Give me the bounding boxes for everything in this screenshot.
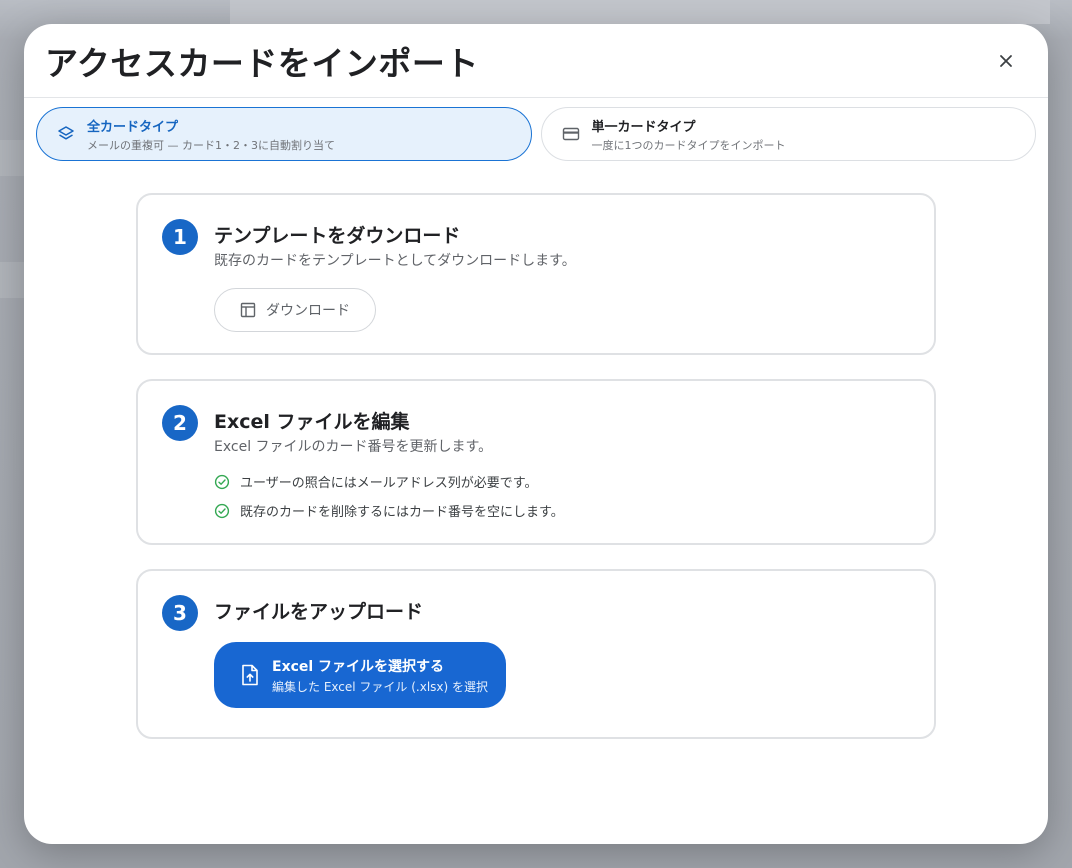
step-title: ファイルをアップロード — [214, 601, 424, 623]
requirement-text: ユーザーの照合にはメールアドレス列が必要です。 — [240, 476, 538, 491]
layers-icon — [58, 126, 74, 140]
upload-button-subtitle: 編集した Excel ファイル (.xlsx) を選択 — [272, 679, 489, 694]
step-title: テンプレートをダウンロード — [214, 225, 461, 247]
background-row — [0, 140, 24, 176]
check-circle-icon — [214, 474, 230, 489]
step-number-badge: 3 — [162, 595, 198, 631]
dialog-title: アクセスカードをインポート — [45, 43, 479, 83]
download-button-label: ダウンロード — [266, 303, 350, 319]
file-upload-icon — [242, 664, 258, 686]
step-title: Excel ファイルを編集 — [214, 411, 410, 433]
check-circle-icon — [214, 503, 230, 518]
table-icon — [240, 302, 256, 318]
tab-single-card-type[interactable]: 単一カードタイプ 一度に1つのカードタイプをインポート — [540, 107, 1036, 161]
requirement-item: 既存のカードを削除するにはカード番号を空にします。 — [214, 501, 910, 520]
tab-all-card-types[interactable]: 全カードタイプ メールの重複可 — カード1・2・3に自動割り当て — [36, 107, 532, 161]
step-download-template: 1 テンプレートをダウンロード 既存のカードをテンプレートとしてダウンロードしま… — [136, 193, 936, 355]
close-icon — [1000, 54, 1012, 67]
tab-title: 単一カードタイプ — [591, 119, 696, 135]
import-steps: 1 テンプレートをダウンロード 既存のカードをテンプレートとしてダウンロードしま… — [136, 193, 936, 763]
dialog-header: アクセスカードをインポート — [24, 24, 1048, 98]
import-mode-tabs: 全カードタイプ メールの重複可 — カード1・2・3に自動割り当て 単一カードタ… — [24, 98, 1048, 161]
tab-subtitle: メールの重複可 — カード1・2・3に自動割り当て — [87, 138, 335, 152]
step-edit-excel: 2 Excel ファイルを編集 Excel ファイルのカード番号を更新します。 … — [136, 379, 936, 545]
step-description: 既存のカードをテンプレートとしてダウンロードします。 — [214, 253, 576, 269]
step-description: Excel ファイルのカード番号を更新します。 — [214, 439, 493, 455]
download-template-button[interactable]: ダウンロード — [214, 288, 376, 332]
tab-subtitle: 一度に1つのカードタイプをインポート — [591, 138, 786, 152]
select-excel-file-button[interactable]: Excel ファイルを選択する 編集した Excel ファイル (.xlsx) … — [214, 642, 506, 708]
step-number-badge: 1 — [162, 219, 198, 255]
requirement-text: 既存のカードを削除するにはカード番号を空にします。 — [240, 505, 564, 520]
requirement-item: ユーザーの照合にはメールアドレス列が必要です。 — [214, 472, 910, 491]
tab-title: 全カードタイプ — [87, 119, 179, 135]
upload-button-title: Excel ファイルを選択する — [272, 658, 445, 675]
step-number-badge: 2 — [162, 405, 198, 441]
close-button[interactable] — [990, 45, 1022, 77]
background-row — [0, 262, 24, 298]
import-dialog: アクセスカードをインポート 全カードタイプ メールの重複可 — カード1・2・3… — [24, 24, 1048, 844]
credit-card-icon — [562, 127, 579, 141]
background-toolbar — [230, 0, 1050, 24]
requirements-list: ユーザーの照合にはメールアドレス列が必要です。 既存のカードを削除するにはカード… — [214, 472, 910, 520]
step-upload-file: 3 ファイルをアップロード Excel ファイルを選択する 編集した Excel… — [136, 569, 936, 739]
